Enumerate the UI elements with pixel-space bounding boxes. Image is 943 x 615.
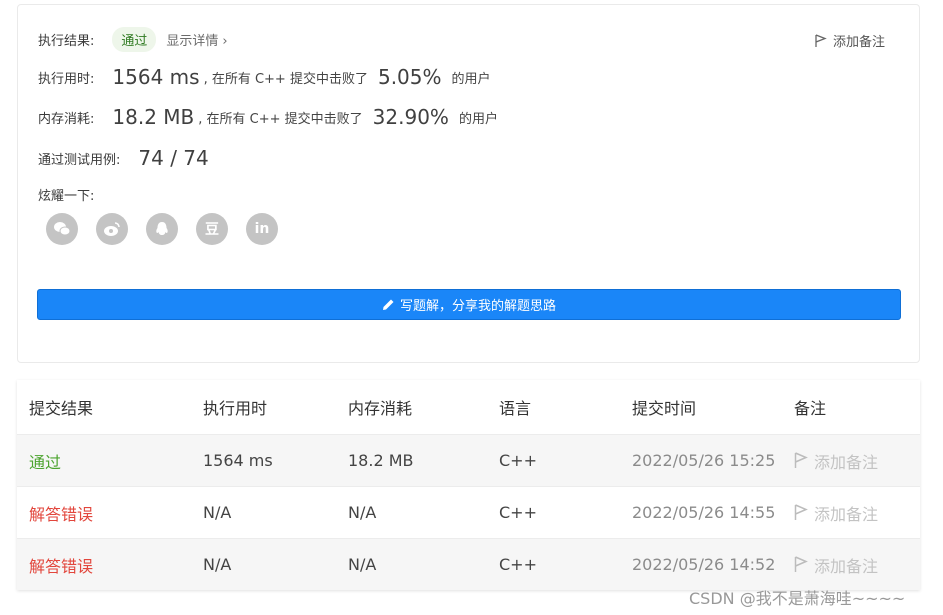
test-cases-label: 通过测试用例: bbox=[38, 152, 121, 168]
table-row[interactable]: 解答错误 N/A N/A C++ 2022/05/26 14:52 添加备注 bbox=[17, 538, 920, 590]
write-solution-label: 写题解，分享我的解题思路 bbox=[399, 299, 556, 314]
header-status: 提交结果 bbox=[29, 399, 94, 418]
result-card: 执行结果: 通过 显示详情 › 添加备注 执行用时: 1564 ms , 在所有 … bbox=[17, 4, 920, 363]
pencil-icon bbox=[382, 299, 394, 310]
row-memory: N/A bbox=[348, 555, 377, 574]
row-add-note-label: 添加备注 bbox=[814, 452, 879, 472]
row-time: 2022/05/26 14:52 bbox=[632, 555, 776, 574]
write-solution-button[interactable]: 写题解，分享我的解题思路 bbox=[37, 289, 901, 320]
flag-icon bbox=[794, 556, 808, 572]
result-label: 执行结果: bbox=[38, 34, 95, 49]
row-add-note-button[interactable]: 添加备注 bbox=[794, 487, 878, 538]
status-badge: 通过 bbox=[112, 27, 157, 52]
memory-value: 18.2 MB bbox=[112, 105, 195, 129]
row-time: 2022/05/26 14:55 bbox=[632, 503, 776, 522]
header-memory: 内存消耗 bbox=[348, 399, 413, 418]
add-note-button[interactable]: 添加备注 bbox=[815, 31, 885, 50]
flag-icon bbox=[794, 452, 808, 468]
memory-prefix: , 在所有 C++ 提交中击败了 bbox=[198, 111, 363, 127]
linkedin-icon[interactable]: in bbox=[246, 213, 278, 245]
show-details-label: 显示详情 bbox=[166, 34, 219, 49]
row-language: C++ bbox=[499, 503, 537, 522]
test-cases-row: 通过测试用例: 74 / 74 bbox=[38, 146, 209, 170]
row-language: C++ bbox=[499, 555, 537, 574]
linkedin-glyph: in bbox=[254, 221, 270, 237]
row-status-link[interactable]: 解答错误 bbox=[29, 539, 93, 590]
row-add-note-label: 添加备注 bbox=[814, 504, 879, 524]
row-add-note-button[interactable]: 添加备注 bbox=[794, 539, 878, 590]
memory-label: 内存消耗: bbox=[38, 111, 95, 127]
wechat-icon[interactable] bbox=[46, 213, 78, 245]
header-language: 语言 bbox=[499, 399, 532, 418]
row-status-link[interactable]: 解答错误 bbox=[29, 487, 93, 538]
row-runtime: 1564 ms bbox=[203, 451, 273, 470]
test-cases-value: 74 / 74 bbox=[138, 146, 209, 170]
share-label-row: 炫耀一下: bbox=[38, 185, 94, 204]
runtime-value: 1564 ms bbox=[112, 65, 200, 89]
header-note: 备注 bbox=[794, 399, 827, 418]
row-runtime: N/A bbox=[203, 555, 232, 574]
chevron-right-icon: › bbox=[222, 34, 228, 49]
submissions-table: 提交结果 执行用时 内存消耗 语言 提交时间 备注 通过 1564 ms 18.… bbox=[17, 380, 920, 590]
table-header: 提交结果 执行用时 内存消耗 语言 提交时间 备注 bbox=[17, 380, 920, 434]
show-details-link[interactable]: 显示详情 › bbox=[166, 30, 227, 49]
row-memory: 18.2 MB bbox=[348, 451, 414, 470]
row-runtime: N/A bbox=[203, 503, 232, 522]
row-time: 2022/05/26 15:25 bbox=[632, 451, 776, 470]
memory-percentile: 32.90% bbox=[372, 105, 449, 129]
runtime-prefix: , 在所有 C++ 提交中击败了 bbox=[203, 71, 368, 87]
header-time: 提交时间 bbox=[632, 399, 697, 418]
watermark: CSDN @我不是萧海哇~~~~ bbox=[689, 589, 906, 608]
table-row[interactable]: 解答错误 N/A N/A C++ 2022/05/26 14:55 添加备注 bbox=[17, 486, 920, 538]
result-row: 执行结果: 通过 显示详情 › bbox=[38, 27, 228, 52]
header-runtime: 执行用时 bbox=[203, 399, 268, 418]
weibo-icon[interactable] bbox=[96, 213, 128, 245]
runtime-percentile: 5.05% bbox=[377, 65, 442, 89]
add-note-label: 添加备注 bbox=[832, 35, 885, 50]
row-add-note-label: 添加备注 bbox=[814, 556, 879, 576]
row-language: C++ bbox=[499, 451, 537, 470]
row-add-note-button[interactable]: 添加备注 bbox=[794, 435, 878, 486]
row-memory: N/A bbox=[348, 503, 377, 522]
flag-icon bbox=[794, 504, 808, 520]
table-row[interactable]: 通过 1564 ms 18.2 MB C++ 2022/05/26 15:25 … bbox=[17, 434, 920, 486]
share-label: 炫耀一下: bbox=[38, 189, 95, 204]
memory-row: 内存消耗: 18.2 MB , 在所有 C++ 提交中击败了 32.90% 的用… bbox=[38, 105, 498, 129]
row-status-link[interactable]: 通过 bbox=[29, 435, 61, 486]
douban-glyph: 豆 bbox=[205, 222, 219, 238]
douban-icon[interactable]: 豆 bbox=[196, 213, 228, 245]
runtime-row: 执行用时: 1564 ms , 在所有 C++ 提交中击败了 5.05% 的用户 bbox=[38, 65, 491, 89]
memory-suffix: 的用户 bbox=[458, 111, 498, 127]
share-buttons: 豆 in bbox=[46, 213, 296, 245]
runtime-suffix: 的用户 bbox=[451, 71, 491, 87]
runtime-label: 执行用时: bbox=[38, 71, 95, 87]
qq-icon[interactable] bbox=[146, 213, 178, 245]
flag-icon bbox=[815, 33, 827, 47]
